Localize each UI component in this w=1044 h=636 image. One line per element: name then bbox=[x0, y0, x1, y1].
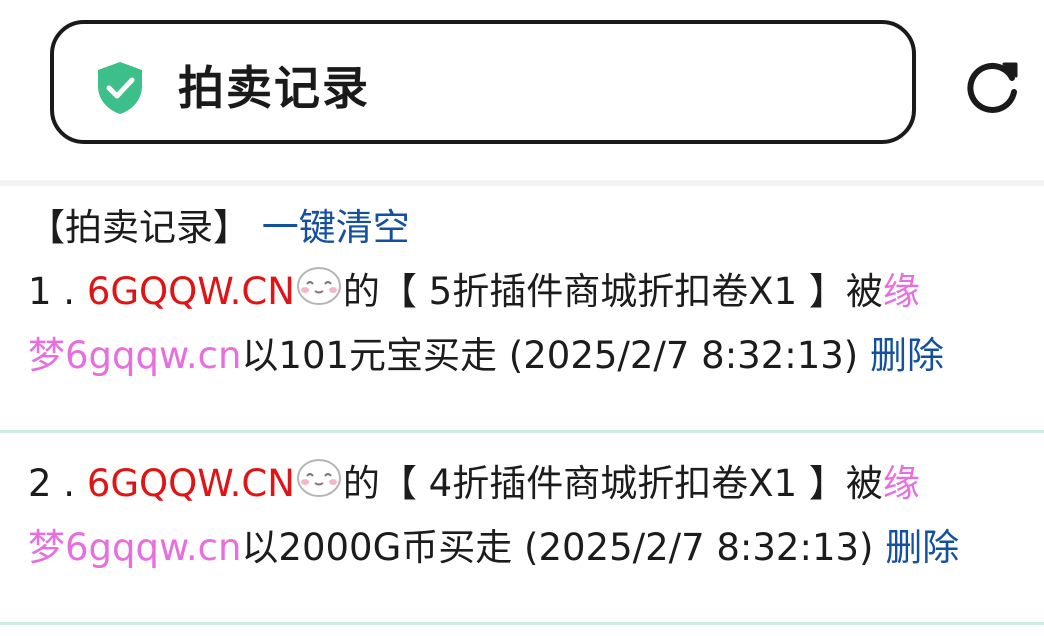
reload-icon[interactable] bbox=[964, 56, 1024, 116]
delete-link[interactable]: 删除 bbox=[885, 526, 959, 569]
records-header: 【拍卖记录】 一键清空 bbox=[28, 196, 1044, 260]
auction-records: 【拍卖记录】 一键清空 1 . 6GQQW.CN 的【 5折插件商城折扣卷X1 … bbox=[0, 196, 1044, 625]
record-item: 1 . 6GQQW.CN 的【 5折插件商城折扣卷X1 】被缘 梦6gqqw.c… bbox=[0, 260, 1044, 452]
buyer-name-part1: 缘 bbox=[882, 462, 920, 505]
delete-link[interactable]: 删除 bbox=[870, 334, 944, 377]
by-label: 被 bbox=[845, 462, 883, 505]
record-line: 2 . 6GQQW.CN 的【 4折插件商城折扣卷X1 】被缘 bbox=[28, 452, 1044, 516]
clear-all-link[interactable]: 一键清空 bbox=[262, 206, 410, 249]
possessive: 的 bbox=[342, 270, 380, 313]
shield-check-icon bbox=[98, 62, 142, 114]
record-index: 2 . bbox=[28, 462, 76, 505]
seller-name: 6GQQW.CN bbox=[86, 462, 295, 505]
record-line: 1 . 6GQQW.CN 的【 5折插件商城折扣卷X1 】被缘 bbox=[28, 260, 1044, 324]
item-name: 【 4折插件商城折扣卷X1 】 bbox=[379, 462, 846, 505]
browser-toolbar: 拍卖记录 bbox=[0, 0, 1044, 180]
seller-name: 6GQQW.CN bbox=[86, 270, 295, 313]
toolbar-divider bbox=[0, 180, 1044, 186]
record-line: 梦6gqqw.cn以101元宝买走 (2025/2/7 8:32:13) 删除 bbox=[28, 324, 1044, 388]
section-label: 【拍卖记录】 bbox=[28, 206, 250, 249]
smile-emoji-icon bbox=[296, 459, 341, 497]
page-title: 拍卖记录 bbox=[178, 61, 370, 115]
smile-emoji-icon bbox=[296, 267, 341, 305]
record-line: 梦6gqqw.cn以2000G币买走 (2025/2/7 8:32:13) 删除 bbox=[28, 516, 1044, 580]
record-item: 2 . 6GQQW.CN 的【 4折插件商城折扣卷X1 】被缘 梦6gqqw.c… bbox=[0, 452, 1044, 625]
purchase-info: 以101元宝买走 (2025/2/7 8:32:13) bbox=[241, 334, 859, 377]
by-label: 被 bbox=[845, 270, 883, 313]
buyer-name-part1: 缘 bbox=[882, 270, 920, 313]
buyer-name-part2: 梦6gqqw.cn bbox=[28, 526, 242, 569]
item-name: 【 5折插件商城折扣卷X1 】 bbox=[379, 270, 846, 313]
purchase-info: 以2000G币买走 (2025/2/7 8:32:13) bbox=[241, 526, 874, 569]
record-separator bbox=[0, 622, 1044, 625]
buyer-name-part2: 梦6gqqw.cn bbox=[28, 334, 242, 377]
record-index: 1 . bbox=[28, 270, 76, 313]
possessive: 的 bbox=[342, 462, 380, 505]
